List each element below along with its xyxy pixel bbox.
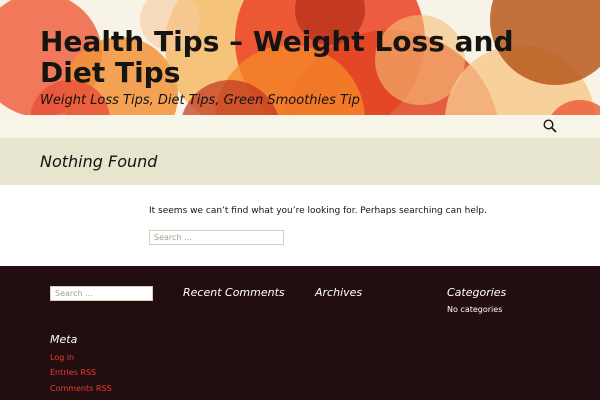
meta-link-entries-rss[interactable]: Entries RSS [50, 368, 96, 378]
site-title[interactable]: Health Tips – Weight Loss and Diet Tips [40, 26, 540, 88]
search-icon [543, 119, 557, 133]
not-found-message: It seems we can’t find what you’re looki… [149, 206, 487, 216]
no-categories-text: No categories [447, 305, 503, 314]
footer-search-input[interactable] [50, 286, 153, 301]
page-title: Nothing Found [40, 152, 158, 171]
meta-link-comments-rss[interactable]: Comments RSS [50, 384, 112, 394]
categories-heading: Categories [447, 286, 507, 299]
site-header: Health Tips – Weight Loss and Diet Tips … [0, 0, 600, 115]
meta-link-login[interactable]: Log in [50, 353, 74, 363]
search-toggle-button[interactable] [538, 115, 562, 138]
site-description: Weight Loss Tips, Diet Tips, Green Smoot… [40, 93, 360, 108]
recent-comments-heading: Recent Comments [183, 286, 285, 299]
navbar [0, 115, 600, 138]
content-search-input[interactable] [149, 230, 284, 245]
archives-heading: Archives [315, 286, 363, 299]
meta-heading: Meta [50, 333, 78, 346]
